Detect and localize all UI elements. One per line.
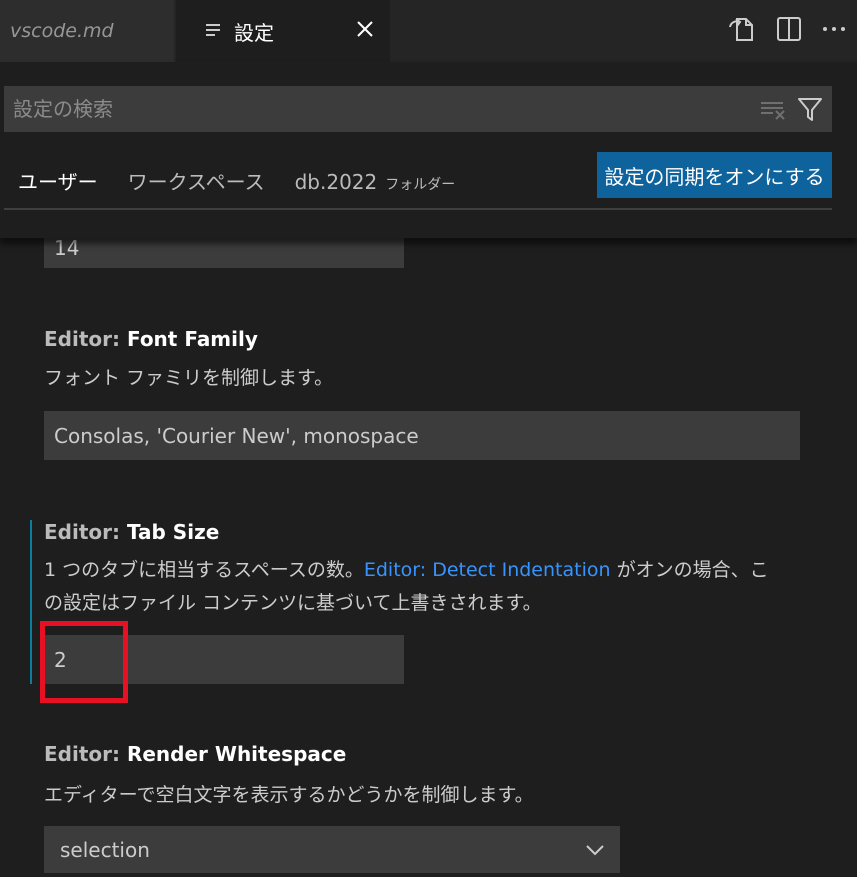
font-family-input[interactable]: Consolas, 'Courier New', monospace [44,411,800,460]
folder-name: db.2022 [294,170,378,194]
tab-label: 設定 [234,20,274,45]
scope-tab-user[interactable]: ユーザー [18,166,98,195]
clear-filter-icon[interactable] [759,97,787,121]
description-text: 1 つのタブに相当するスペースの数。 [44,559,364,581]
tab-label: vscode.md [10,20,114,42]
open-settings-json-icon[interactable] [727,14,757,44]
split-editor-icon[interactable] [774,14,804,44]
font-size-input[interactable]: 14 [44,238,404,268]
description-text: の設定はファイル コンテンツに基づいて上書きされます。 [44,592,542,614]
turn-on-settings-sync-button[interactable]: 設定の同期をオンにする [597,152,832,198]
tab-size-description: 1 つのタブに相当するスペースの数。Editor: Detect Indenta… [44,554,804,620]
description-text: がオンの場合、こ [610,559,769,581]
close-icon[interactable] [352,16,378,42]
detect-indentation-link[interactable]: Editor: Detect Indentation [364,559,611,581]
setting-category: Editor: [44,742,127,766]
font-family-description: フォント ファミリを制御します。 [44,367,334,389]
setting-category: Editor: [44,520,127,544]
selected-value: selection [60,837,150,862]
setting-name: Render Whitespace [126,742,347,766]
markdown-file-icon [0,24,5,38]
editor-tab-bar: vscode.md 設定 [0,0,857,62]
render-whitespace-title: Editor: Render Whitespace [44,742,346,766]
tab-size-title: Editor: Tab Size [44,520,219,544]
settings-header: ユーザー ワークスペース db.2022 フォルダー 設定の同期をオンにする [0,62,857,238]
settings-list: 14 Editor: Font Family フォント ファミリを制御します。 … [0,238,857,877]
scope-tab-folder[interactable]: db.2022 フォルダー [295,170,456,194]
tab-settings[interactable]: 設定 [176,0,390,62]
header-divider [4,208,832,210]
highlight-annotation [40,621,128,703]
filter-icon[interactable] [796,95,824,123]
settings-lines-icon [206,24,220,36]
scope-tab-workspace[interactable]: ワークスペース [128,166,265,195]
folder-hint: フォルダー [385,177,456,193]
chevron-down-icon [586,845,604,856]
settings-search-input[interactable] [4,86,744,132]
settings-search-box [4,86,832,132]
setting-name: Tab Size [126,520,220,544]
tab-vscode-md[interactable]: vscode.md [0,0,174,62]
settings-scope-tabs: ユーザー ワークスペース db.2022 フォルダー [18,166,485,198]
setting-category: Editor: [44,327,127,351]
render-whitespace-select[interactable]: selection [44,826,620,873]
modified-indicator [30,520,32,684]
font-family-title: Editor: Font Family [44,327,258,351]
more-actions-icon[interactable] [819,14,849,44]
render-whitespace-description: エディターで空白文字を表示するかどうかを制御します。 [44,784,534,806]
setting-name: Font Family [126,327,258,351]
